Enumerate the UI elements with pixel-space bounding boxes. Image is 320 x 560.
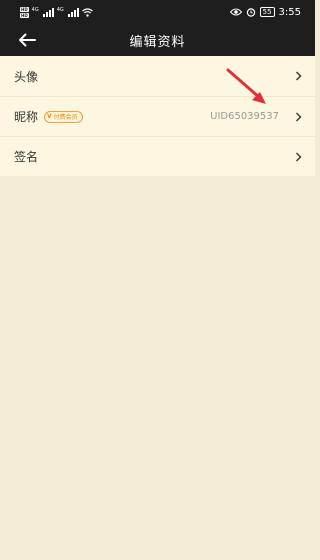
chevron-right-icon [296, 112, 302, 122]
avatar-label: 头像 [14, 69, 39, 84]
back-button[interactable] [14, 28, 40, 52]
signal-icon [42, 7, 54, 17]
signal-tag-1: 4G [31, 6, 39, 13]
signature-row[interactable]: 签名 [0, 136, 315, 176]
sim-indicator: HD HD [20, 6, 29, 18]
chevron-right-icon [296, 152, 302, 162]
clock: 3:55 [278, 6, 301, 18]
status-right-icons: 55 3:55 [229, 6, 301, 18]
nickname-label: 昵称 [14, 110, 39, 124]
battery-level: 55 [262, 8, 272, 16]
back-arrow-icon [19, 33, 36, 47]
sim1-label: HD [20, 6, 29, 12]
vip-icon: V [47, 113, 52, 120]
status-left-icons: HD HD 4G 4G [20, 6, 93, 18]
sim2-label: HD [20, 12, 29, 18]
eye-icon [229, 8, 242, 16]
signature-label: 签名 [14, 150, 39, 164]
wifi-icon [81, 7, 93, 17]
signal-tag-2: 4G [56, 6, 64, 13]
battery-icon: 55 [259, 7, 275, 17]
page-title: 编辑资料 [129, 34, 186, 50]
status-bar: HD HD 4G 4G 55 3:55 [0, 0, 315, 24]
member-badge: V 付费会员 [44, 110, 83, 123]
member-badge-text: 付费会员 [53, 114, 78, 121]
avatar-row[interactable]: 头像 [0, 56, 315, 96]
nickname-row[interactable]: 昵称 V 付费会员 UID65039537 [0, 96, 315, 136]
app-header: 编辑资料 [0, 24, 315, 56]
alarm-icon [246, 8, 255, 17]
uid-value: UID65039537 [210, 111, 279, 122]
profile-list: 头像 昵称 V 付费会员 UID65039537 签名 [0, 56, 315, 176]
signal-icon-2 [67, 7, 79, 17]
chevron-right-icon [296, 71, 302, 81]
